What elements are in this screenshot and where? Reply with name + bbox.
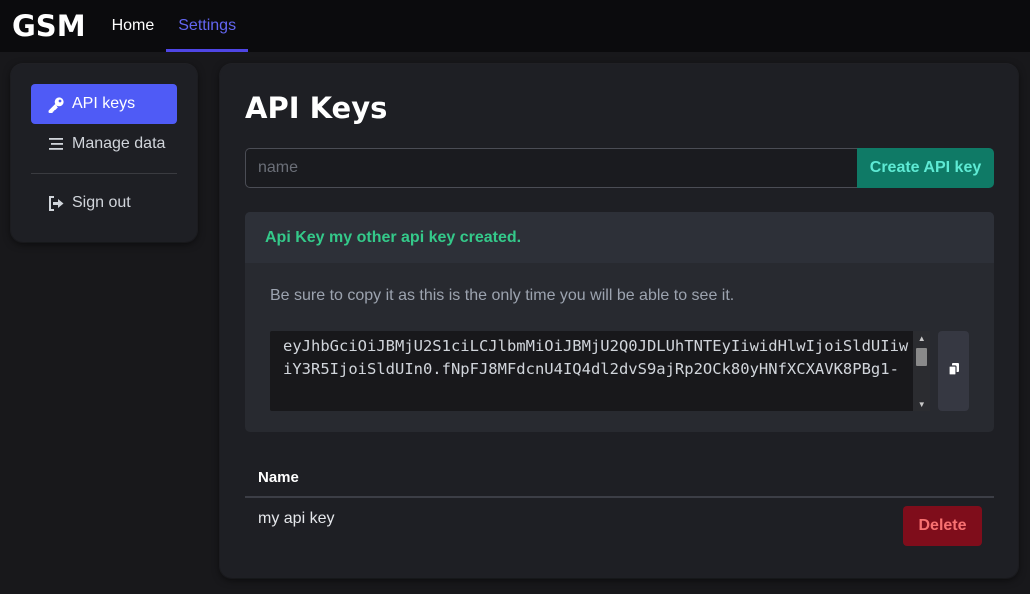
page-title: API Keys [245,91,388,125]
sign-out-icon [46,195,66,211]
top-navbar: GSM Home Settings [0,0,1030,52]
nav-link-settings[interactable]: Settings [166,0,248,52]
create-api-key-button[interactable]: Create API key [857,148,994,188]
app-logo[interactable]: GSM [0,0,100,52]
main-panel: API Keys Create API key Api Key my other… [220,64,1018,578]
table-header-name: Name [245,459,994,498]
notice-header: Api Key my other api key created. [245,212,994,263]
sidebar-divider [31,173,177,174]
nav-link-home[interactable]: Home [100,0,167,52]
copy-icon [947,362,960,381]
api-key-textbox[interactable]: eyJhbGciOiJBMjU2S1ciLCJlbmMiOiJBMjU2Q0JD… [270,331,931,411]
sidebar-item-manage-data[interactable]: Manage data [31,124,177,164]
sidebar-item-sign-out[interactable]: Sign out [31,183,177,223]
scroll-down-arrow-icon[interactable]: ▼ [913,397,930,411]
copy-api-key-button[interactable] [938,331,969,411]
api-key-name-cell: my api key [258,510,335,527]
notice-message: Be sure to copy it as this is the only t… [270,287,735,304]
sidebar-item-api-keys[interactable]: API keys [31,84,177,124]
table-row: my api key Delete [245,500,994,560]
api-key-name-input[interactable] [245,148,857,188]
key-icon [46,96,66,113]
list-icon [46,137,66,151]
settings-sidebar: API keys Manage data Sign out [11,64,197,242]
api-key-value: eyJhbGciOiJBMjU2S1ciLCJlbmMiOiJBMjU2Q0JD… [283,337,909,378]
api-key-scrollbar[interactable]: ▲ ▼ [913,331,931,411]
scroll-up-arrow-icon[interactable]: ▲ [913,331,930,345]
api-key-created-notice: Api Key my other api key created. Be sur… [245,212,994,432]
delete-api-key-button[interactable]: Delete [903,506,982,546]
create-key-form: Create API key [245,148,994,188]
scroll-thumb[interactable] [916,348,928,366]
sidebar-item-label: API keys [72,95,136,112]
sidebar-item-label: Sign out [72,194,131,211]
sidebar-item-label: Manage data [72,135,166,152]
